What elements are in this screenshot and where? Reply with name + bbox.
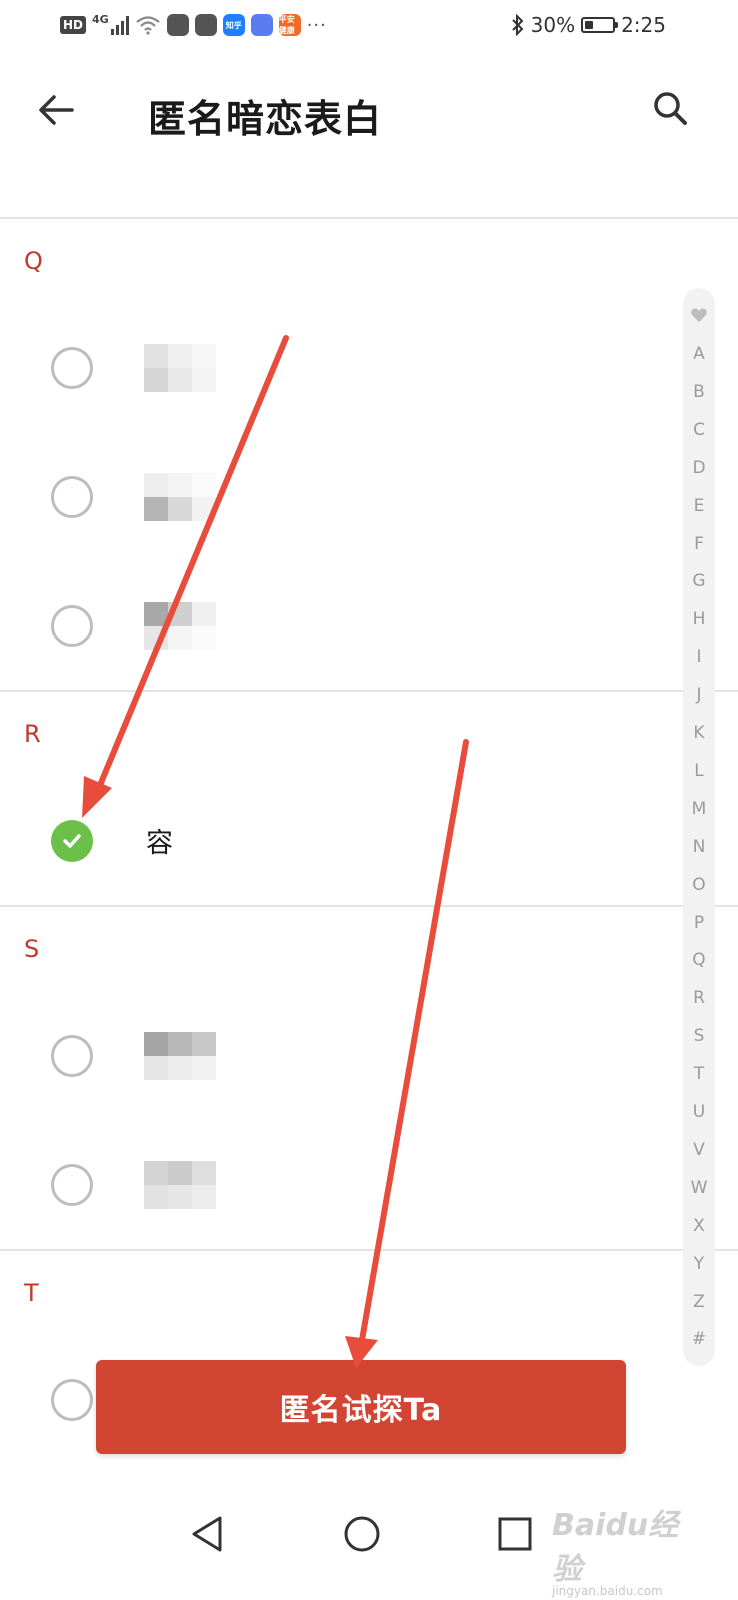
contact-row[interactable] [0, 303, 738, 432]
index-letter[interactable]: C [683, 420, 715, 440]
status-left: HD 4G 知乎 平安健康 ··· [60, 12, 327, 36]
section-q: Q [0, 219, 738, 692]
index-letter[interactable]: A [683, 344, 715, 364]
search-icon [654, 92, 687, 125]
index-letter[interactable]: Q [683, 950, 715, 970]
zhihu-icon: 知乎 [222, 14, 245, 36]
more-notifications-icon: ··· [306, 14, 327, 36]
nav-home-button[interactable] [332, 1504, 392, 1564]
index-letter[interactable]: G [683, 571, 715, 591]
index-letter[interactable]: F [683, 534, 715, 554]
contact-row[interactable]: 容 [0, 776, 738, 905]
redacted-contact-name [144, 472, 216, 521]
nav-back-button[interactable] [178, 1504, 238, 1564]
redacted-contact-name [144, 601, 216, 650]
back-button[interactable] [30, 84, 82, 136]
search-button[interactable] [646, 84, 698, 136]
unchecked-radio[interactable] [51, 604, 93, 647]
status-right: 30% 2:25 [511, 13, 666, 37]
section-header: T [24, 1279, 39, 1307]
index-letter[interactable]: V [683, 1140, 715, 1160]
index-letter[interactable]: D [683, 458, 715, 478]
unchecked-radio[interactable] [51, 346, 93, 389]
nav-recents-button[interactable] [485, 1504, 545, 1564]
app-header: 匿名暗恋表白 [0, 56, 738, 168]
unchecked-radio[interactable] [51, 1034, 93, 1077]
contact-row[interactable] [0, 561, 738, 690]
contact-row[interactable] [0, 991, 738, 1120]
status-bar: HD 4G 知乎 平安健康 ··· 30% 2:25 [0, 0, 738, 56]
health-icon: 平安健康 [278, 14, 301, 36]
contact-list: QR容ST [0, 219, 738, 1464]
section-header: Q [24, 247, 43, 275]
section-r: R容 [0, 692, 738, 907]
index-letter[interactable]: Y [683, 1254, 715, 1274]
watermark-sub: jingyan.baidu.com [552, 1584, 663, 1598]
music-icon [250, 14, 273, 36]
page-title: 匿名暗恋表白 [148, 97, 383, 141]
checked-radio[interactable] [51, 819, 93, 862]
index-letter[interactable]: L [683, 761, 715, 781]
index-letter[interactable]: P [683, 913, 715, 933]
unchecked-radio[interactable] [51, 1163, 93, 1206]
signal-icon [110, 15, 129, 35]
index-letter[interactable]: K [683, 723, 715, 743]
alphabet-index[interactable]: A B C D E F G H I J K L M N O P Q R S T U V W X Y Z # [683, 288, 715, 1366]
checkmark-icon [63, 833, 81, 848]
index-letter[interactable]: B [683, 382, 715, 402]
square-recents-icon [498, 1517, 532, 1551]
contact-row[interactable] [0, 432, 738, 561]
anonymous-probe-button[interactable]: 匿名试探Ta [96, 1360, 626, 1454]
wifi-icon [136, 16, 160, 35]
index-letter[interactable]: U [683, 1102, 715, 1122]
index-letter[interactable]: S [683, 1026, 715, 1046]
hd-indicator: HD [60, 16, 87, 34]
triangle-back-icon [192, 1516, 222, 1552]
clock: 2:25 [621, 13, 666, 37]
circle-home-icon [344, 1516, 380, 1552]
arrow-left-icon [39, 95, 74, 125]
index-letter[interactable]: J [683, 685, 715, 705]
section-header: S [24, 935, 40, 963]
index-letter[interactable]: # [683, 1329, 715, 1349]
baidu-watermark: Baidu经验 jingyan.baidu.com [552, 1500, 702, 1598]
game-icon [166, 14, 189, 36]
index-letter[interactable]: W [683, 1178, 715, 1198]
index-letter[interactable]: E [683, 496, 715, 516]
contact-row[interactable] [0, 1120, 738, 1249]
redacted-contact-name [144, 1160, 216, 1209]
battery-percent: 30% [530, 13, 576, 37]
battery-icon [581, 17, 619, 33]
index-letter[interactable]: N [683, 837, 715, 857]
section-s: S [0, 907, 738, 1251]
index-letter[interactable]: X [683, 1216, 715, 1236]
unchecked-radio[interactable] [51, 1378, 93, 1421]
index-letter[interactable]: Z [683, 1292, 715, 1312]
index-letter[interactable]: H [683, 609, 715, 629]
index-letter[interactable]: O [683, 875, 715, 895]
section-header: R [24, 720, 41, 748]
redacted-contact-name [144, 343, 216, 392]
contact-name: 容 [146, 828, 173, 859]
heart-icon[interactable] [690, 306, 708, 324]
redacted-contact-name [144, 1031, 216, 1080]
network-type: 4G [92, 12, 109, 26]
index-letter[interactable]: I [683, 647, 715, 667]
bluetooth-icon [511, 14, 524, 36]
chat-icon [194, 14, 217, 36]
index-letter[interactable]: R [683, 988, 715, 1008]
battery-level [585, 21, 594, 29]
index-letter[interactable]: T [683, 1064, 715, 1084]
watermark-main: Baidu经验 [552, 1508, 679, 1587]
unchecked-radio[interactable] [51, 475, 93, 518]
index-letter[interactable]: M [683, 799, 715, 819]
